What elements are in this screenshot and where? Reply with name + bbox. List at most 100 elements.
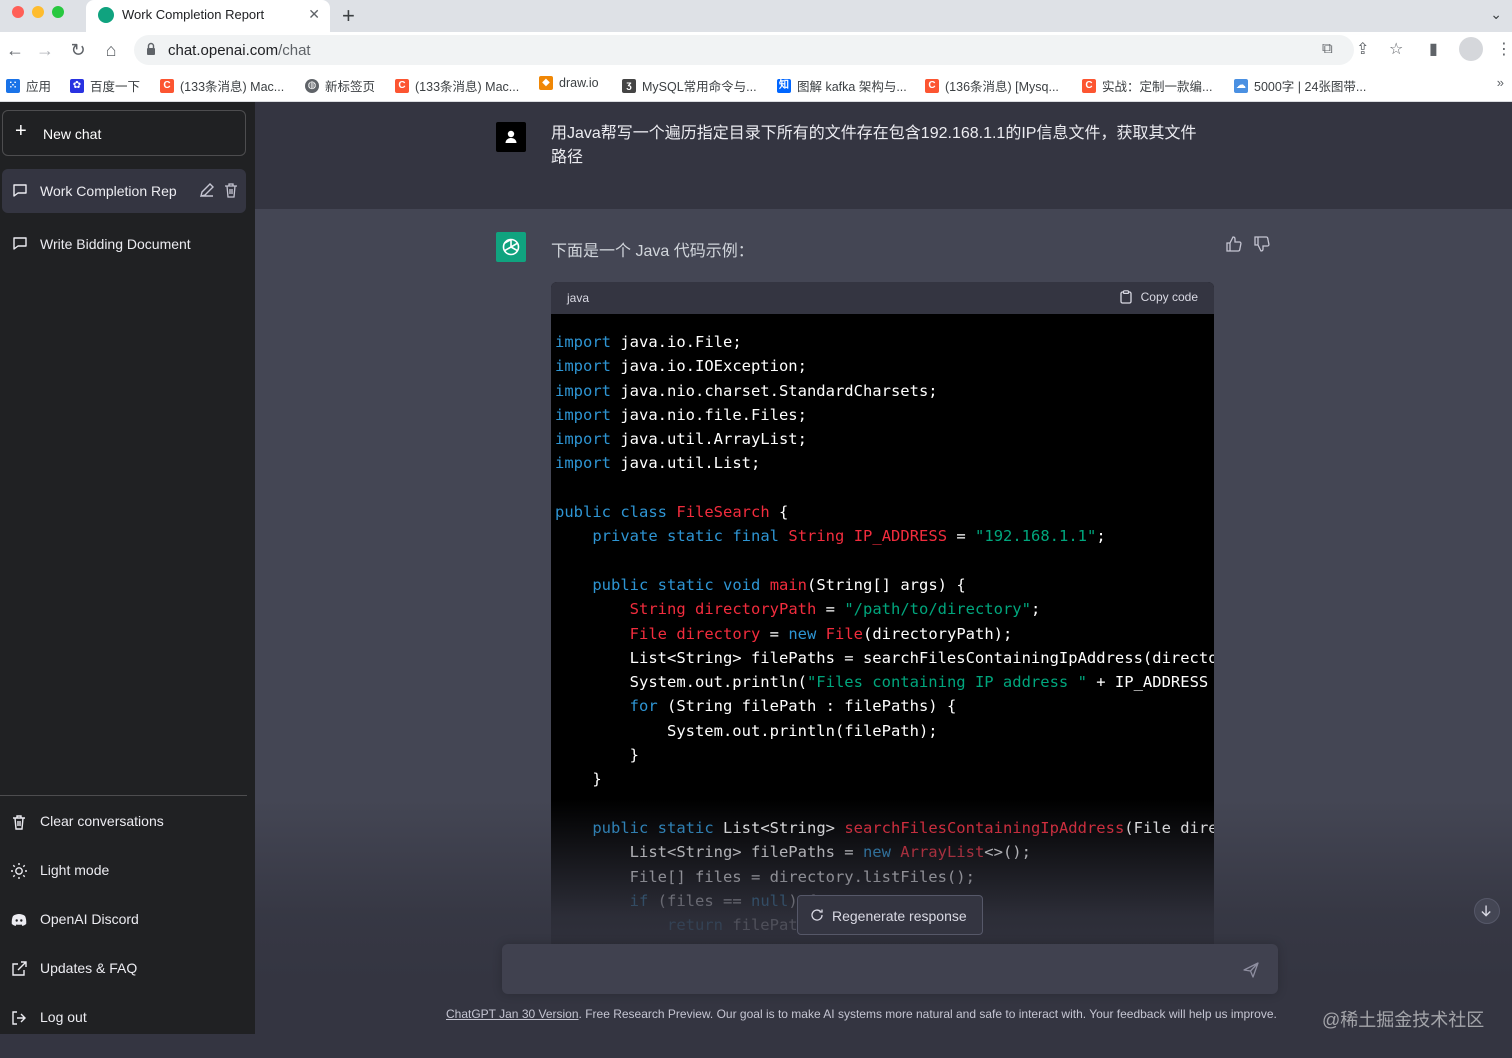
side-panel-icon[interactable]: ▮ bbox=[1429, 39, 1438, 59]
chatgpt-version-link[interactable]: ChatGPT Jan 30 Version bbox=[446, 1007, 579, 1021]
bookmarks-overflow-chevron[interactable]: » bbox=[1497, 75, 1504, 90]
tab-search-chevron-icon[interactable]: ⌄ bbox=[1490, 6, 1502, 23]
log-out-button[interactable]: Log out bbox=[0, 996, 247, 1040]
code-token: String bbox=[788, 527, 845, 546]
code-language-label: java bbox=[567, 291, 590, 305]
csdn-c-icon: C bbox=[925, 78, 939, 93]
reload-icon[interactable]: ↻ bbox=[67, 39, 89, 61]
code-line: } bbox=[555, 767, 1214, 791]
bookmark-label: 新标签页 bbox=[325, 80, 376, 94]
thumbs-down-icon[interactable] bbox=[1253, 235, 1271, 253]
clear-conversations-label: Clear conversations bbox=[40, 813, 164, 829]
bookmark-star-icon[interactable]: ☆ bbox=[1389, 39, 1403, 59]
home-icon[interactable]: ⌂ bbox=[100, 39, 122, 61]
regenerate-response-button[interactable]: Regenerate response bbox=[797, 895, 983, 935]
new-chat-button[interactable]: + New chat bbox=[2, 110, 246, 156]
bookmark-item[interactable]: ⁙ 应用 bbox=[6, 76, 51, 95]
conversation-item-work-completion[interactable]: Work Completion Rep bbox=[2, 169, 246, 213]
code-line: import java.util.ArrayList; bbox=[555, 427, 1214, 451]
bookmark-item[interactable]: ʒ MySQL常用命令与... bbox=[622, 76, 757, 95]
share-icon[interactable]: ⇪ bbox=[1356, 39, 1369, 59]
forward-arrow-icon[interactable]: → bbox=[34, 39, 56, 61]
code-token: directoryPath bbox=[695, 600, 817, 619]
bookmark-item[interactable]: ✿ 百度一下 bbox=[70, 76, 140, 95]
code-token: directory bbox=[676, 624, 761, 643]
code-token: import bbox=[555, 333, 611, 351]
code-token: } bbox=[555, 746, 639, 765]
refresh-icon bbox=[811, 909, 823, 921]
bookmark-item[interactable]: ◆ draw.io bbox=[539, 76, 599, 90]
code-token: private bbox=[592, 527, 658, 546]
conversation-label: Write Bidding Document bbox=[40, 236, 191, 252]
window-minimize-button[interactable] bbox=[32, 6, 44, 18]
code-token: IP_ADDRESS bbox=[853, 527, 948, 546]
window-zoom-button[interactable] bbox=[52, 6, 64, 18]
logout-icon bbox=[12, 1011, 26, 1025]
updates-faq-link[interactable]: Updates & FAQ bbox=[0, 947, 247, 991]
thumbs-up-icon[interactable] bbox=[1225, 235, 1243, 253]
code-line: File directory = new File(directoryPath)… bbox=[555, 622, 1214, 646]
code-line: System.out.println("Files containing IP … bbox=[555, 670, 1214, 694]
browser-toolbar: ← → ↻ ⌂ chat.openai.com/chat ⧉ ⇪ ☆ ▮ ⋮ bbox=[0, 32, 1512, 68]
trash-icon[interactable] bbox=[222, 181, 240, 199]
edit-pencil-icon[interactable] bbox=[198, 181, 216, 199]
browser-tab-active[interactable]: Work Completion Report ✕ bbox=[86, 0, 330, 32]
code-token: java.nio.charset.StandardCharsets; bbox=[611, 381, 938, 400]
profile-avatar-icon[interactable] bbox=[1459, 37, 1483, 61]
tab-close-icon[interactable]: ✕ bbox=[308, 6, 320, 23]
code-token: ; bbox=[1096, 527, 1106, 546]
bookmark-item[interactable]: C 实战：定制一款编... bbox=[1082, 76, 1212, 95]
bookmark-item[interactable]: C (133条消息) Mac... bbox=[395, 76, 519, 95]
bookmark-label: (133条消息) Mac... bbox=[415, 80, 520, 94]
code-token: File bbox=[629, 624, 667, 643]
code-line: import java.nio.charset.StandardCharsets… bbox=[555, 379, 1214, 403]
message-input-box[interactable] bbox=[502, 944, 1278, 994]
back-arrow-icon[interactable]: ← bbox=[4, 39, 26, 61]
bookmark-item[interactable]: ☁ 5000字 | 24张图带... bbox=[1234, 76, 1366, 95]
code-line: } bbox=[555, 743, 1214, 767]
code-line: List<String> filePaths = searchFilesCont… bbox=[555, 646, 1214, 670]
window-close-button[interactable] bbox=[12, 6, 24, 18]
drawio-icon: ◆ bbox=[539, 76, 553, 90]
scroll-to-bottom-button[interactable] bbox=[1474, 898, 1500, 924]
openai-favicon-icon bbox=[98, 7, 114, 23]
code-token: for bbox=[629, 697, 658, 716]
code-line: private static final String IP_ADDRESS =… bbox=[555, 524, 1214, 548]
openai-discord-link[interactable]: OpenAI Discord bbox=[0, 898, 247, 942]
code-line: import java.nio.file.Files; bbox=[555, 403, 1214, 427]
baidu-paw-icon: ✿ bbox=[70, 78, 84, 93]
lock-icon[interactable] bbox=[146, 42, 156, 56]
bookmark-item[interactable]: C (136条消息) [Mysq... bbox=[925, 76, 1059, 95]
light-mode-button[interactable]: Light mode bbox=[0, 849, 247, 893]
code-token: new bbox=[788, 624, 817, 643]
code-token: List<String> filePaths = searchFilesCont… bbox=[555, 648, 1214, 667]
clear-conversations-button[interactable]: Clear conversations bbox=[0, 800, 247, 844]
address-bar[interactable]: chat.openai.com/chat ⧉ bbox=[134, 35, 1354, 65]
bookmark-label: 图解 kafka 架构与... bbox=[797, 80, 907, 94]
bookmark-label: (133条消息) Mac... bbox=[180, 80, 285, 94]
bookmark-item[interactable]: ◍ 新标签页 bbox=[305, 76, 375, 95]
new-tab-plus-icon[interactable]: + bbox=[342, 3, 355, 29]
code-line: import java.io.IOException; bbox=[555, 354, 1214, 378]
message-input[interactable] bbox=[518, 958, 1218, 980]
code-token: class bbox=[620, 503, 668, 522]
code-line: import java.util.List; bbox=[555, 451, 1214, 475]
csdn-c-icon: C bbox=[1082, 78, 1096, 93]
bookmark-label: 5000字 | 24张图带... bbox=[1254, 80, 1367, 94]
bookmark-item[interactable]: C (133条消息) Mac... bbox=[160, 76, 284, 95]
code-token: java.io.IOException; bbox=[611, 357, 807, 376]
code-token: public bbox=[555, 503, 611, 522]
translate-icon[interactable]: ⧉ bbox=[1322, 40, 1333, 57]
bookmarks-bar: ⁙ 应用 ✿ 百度一下 C (133条消息) Mac... ◍ 新标签页 C (133条消… bbox=[0, 68, 1512, 102]
copy-code-button[interactable]: Copy code bbox=[1119, 290, 1198, 304]
code-token: String bbox=[629, 600, 686, 619]
send-paper-plane-icon[interactable] bbox=[1242, 961, 1260, 979]
code-line: public static void main(String[] args) { bbox=[555, 573, 1214, 597]
bookmark-item[interactable]: 知图解 kafka 架构与... bbox=[777, 76, 907, 95]
conversation-item-write-bidding[interactable]: Write Bidding Document bbox=[2, 222, 246, 266]
kebab-menu-icon[interactable]: ⋮ bbox=[1496, 39, 1512, 59]
light-mode-label: Light mode bbox=[40, 862, 110, 878]
